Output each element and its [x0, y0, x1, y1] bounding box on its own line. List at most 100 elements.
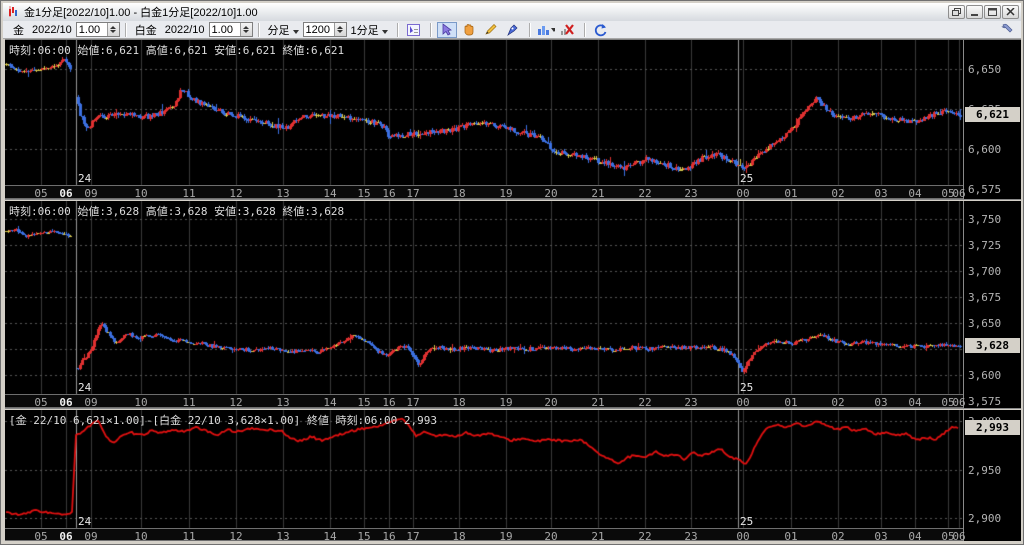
- platinum-ratio-spinner[interactable]: 1.00: [208, 22, 253, 37]
- maximize-icon: [988, 8, 997, 16]
- y-tick-label: 6,575: [968, 183, 1002, 196]
- x-tick-label: 17: [406, 530, 420, 543]
- window-title: 金1分足[2022/10]1.00 - 白金1分足[2022/10]1.00: [24, 7, 258, 19]
- y-tick-label: 3,725: [968, 239, 1002, 252]
- title-bar: 金1分足[2022/10]1.00 - 白金1分足[2022/10]1.00: [3, 3, 1021, 21]
- interval-dropdown[interactable]: 1分足: [351, 22, 388, 38]
- y-tick-label: 3,600: [968, 369, 1002, 382]
- maximize-button[interactable]: [984, 5, 1001, 19]
- toolbar-separator: [124, 22, 126, 37]
- x-tick-label: 06: [59, 530, 73, 543]
- chart-cursor-icon: [407, 23, 421, 36]
- toolbar-separator: [429, 22, 431, 37]
- y-tick-label: 6,600: [968, 143, 1002, 156]
- x-tick-label: 13: [276, 530, 290, 543]
- x-tick-label: 06: [952, 530, 966, 543]
- x-tick-label: 15: [357, 530, 371, 543]
- x-tick-label: 11: [182, 530, 196, 543]
- platinum-month-label: 2022/10: [164, 23, 205, 36]
- x-tick-label: 23: [684, 530, 698, 543]
- minimize-icon: [971, 14, 978, 16]
- toolbar-separator: [257, 22, 259, 37]
- close-button[interactable]: [1002, 5, 1019, 19]
- x-tick-label: 20: [544, 530, 558, 543]
- spinner-buttons[interactable]: [106, 23, 119, 36]
- spinner-buttons[interactable]: [333, 23, 346, 36]
- x-tick-label: 18: [452, 530, 466, 543]
- current-price-box: 2,993: [965, 420, 1020, 435]
- delete-x-icon: [561, 23, 575, 35]
- platinum-ohlc-info: 時刻:06:00 始値:3,628 高値:3,628 安値:3,628 終値:3…: [9, 205, 345, 218]
- x-tick-label: 04: [908, 530, 922, 543]
- x-tick-label: 14: [323, 530, 337, 543]
- x-tick-label: 16: [382, 530, 396, 543]
- bar-type-dropdown[interactable]: 分足: [268, 22, 299, 38]
- close-icon: [1006, 8, 1015, 16]
- price-axis-column: 6,6506,6256,6006,5756,6213,7503,7253,700…: [963, 40, 1021, 541]
- toolbar-separator: [396, 22, 398, 37]
- x-tick-label: 12: [229, 530, 243, 543]
- x-tick-label: 22: [638, 530, 652, 543]
- time-axis-gold: 05 06 09 10 11 12 13 14 15 16 17 18 19 20 21 22 23 00 01 02…: [5, 185, 966, 200]
- delete-chart-button[interactable]: [558, 22, 578, 38]
- app-icon: [9, 6, 17, 17]
- session-date-label: 25: [740, 172, 754, 185]
- restore-window-button[interactable]: [948, 5, 965, 19]
- panel-separator[interactable]: [5, 199, 1021, 201]
- current-price-box: 6,621: [965, 107, 1020, 122]
- y-tick-label: 2,950: [968, 464, 1002, 477]
- y-tick-label: 3,650: [968, 317, 1002, 330]
- toolbar-separator: [583, 22, 585, 37]
- platinum-ratio-value[interactable]: 1.00: [209, 23, 240, 36]
- session-date-label: 24: [78, 381, 92, 394]
- select-tool-button[interactable]: [436, 21, 457, 38]
- refresh-icon: [595, 23, 607, 36]
- chart-type-button[interactable]: [536, 22, 556, 38]
- x-tick-label: 09: [84, 530, 98, 543]
- draw-line-button[interactable]: [481, 22, 501, 38]
- session-date-label: 24: [78, 172, 92, 185]
- toolbar: 金 2022/10 1.00 白金 2022/10 1.00 分足 1200 1…: [3, 21, 1021, 39]
- x-tick-label: 10: [134, 530, 148, 543]
- y-tick-label: 3,750: [968, 213, 1002, 226]
- annotate-pen-button[interactable]: [503, 22, 523, 38]
- gold-ratio-value[interactable]: 1.00: [76, 23, 107, 36]
- hand-icon: [464, 23, 474, 35]
- select-arrow-icon: [442, 22, 453, 36]
- bar-count-spinner[interactable]: 1200: [302, 22, 347, 37]
- minimize-button[interactable]: [966, 5, 983, 19]
- bar-count-value[interactable]: 1200: [303, 23, 334, 36]
- x-tick-label: 01: [784, 530, 798, 543]
- settings-button[interactable]: [1000, 22, 1015, 40]
- price-chart-canvas[interactable]: [5, 40, 963, 541]
- x-tick-label: 21: [591, 530, 605, 543]
- session-date-label: 24: [78, 515, 92, 528]
- x-tick-label: 02: [831, 530, 845, 543]
- pan-tool-button[interactable]: [459, 22, 479, 38]
- spinner-buttons[interactable]: [239, 23, 252, 36]
- toolbar-separator: [528, 22, 530, 37]
- gold-ratio-spinner[interactable]: 1.00: [75, 22, 120, 37]
- platinum-label: 白金: [134, 24, 157, 37]
- session-date-label: 25: [740, 381, 754, 394]
- x-tick-label: 19: [499, 530, 513, 543]
- pen-icon: [507, 24, 518, 36]
- x-tick-label: 05: [34, 530, 48, 543]
- chart-area: 6,6506,6256,6006,5756,6213,7503,7253,700…: [5, 39, 1021, 543]
- chevron-down-icon: [381, 29, 388, 34]
- pencil-icon: [485, 23, 497, 35]
- y-tick-label: 3,575: [968, 395, 1002, 408]
- gold-month-label: 2022/10: [32, 23, 72, 36]
- crosshair-tool-button[interactable]: [404, 22, 424, 38]
- session-date-label: 25: [740, 515, 754, 528]
- stacked-windows-icon: [952, 8, 961, 16]
- time-axis-platinum: 05 06 09 10 11 12 13 14 15 16 17 18 19 20 21 22 23 00 01 02…: [5, 394, 966, 409]
- gold-ohlc-info: 時刻:06:00 始値:6,621 高値:6,621 安値:6,621 終値:6…: [9, 44, 345, 57]
- current-price-box: 3,628: [965, 338, 1020, 353]
- refresh-button[interactable]: [591, 22, 611, 38]
- bar-chart-icon: [537, 25, 555, 35]
- x-tick-label: 03: [874, 530, 888, 543]
- y-tick-label: 6,650: [968, 63, 1002, 76]
- panel-separator[interactable]: [5, 408, 1021, 410]
- y-tick-label: 3,700: [968, 265, 1002, 278]
